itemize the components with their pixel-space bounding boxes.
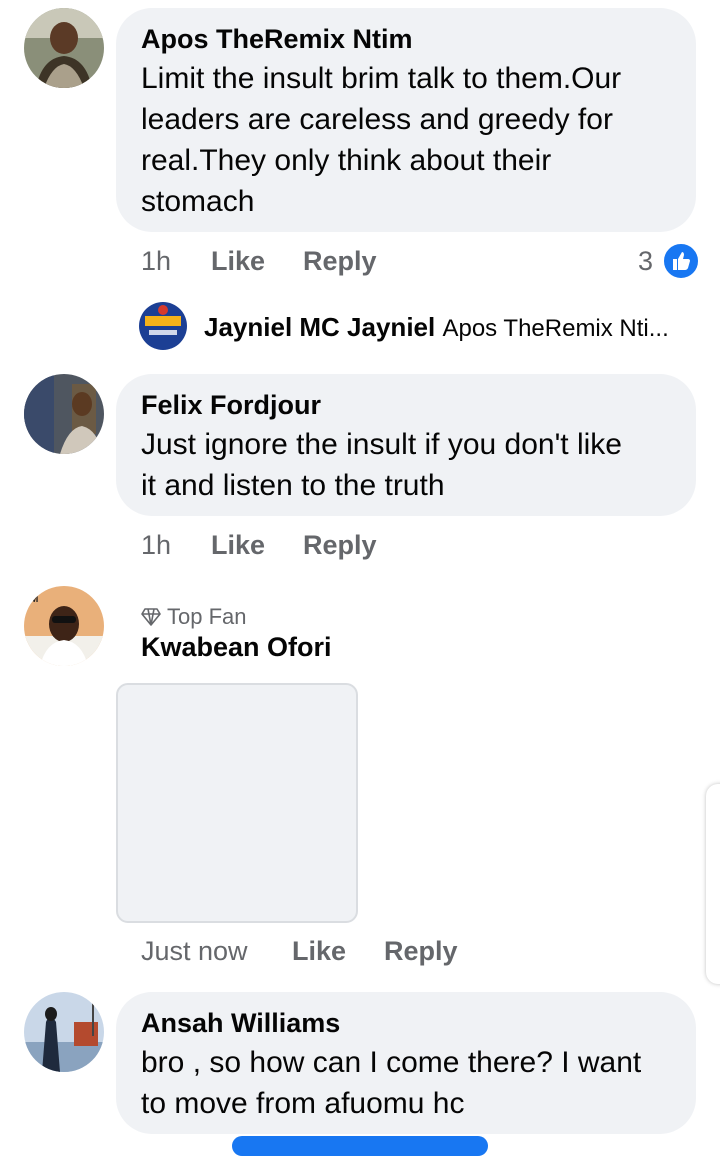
comment-text-line: bro , so how can I come there? I want bbox=[141, 1046, 642, 1079]
comment-image[interactable] bbox=[116, 683, 358, 923]
avatar[interactable] bbox=[24, 374, 104, 454]
like-reaction-icon[interactable] bbox=[662, 242, 700, 280]
reply-snippet: Apos TheRemix Nti... bbox=[442, 315, 669, 342]
reply-button[interactable]: Reply bbox=[303, 246, 377, 277]
reaction-count[interactable]: 3 bbox=[638, 246, 653, 277]
diamond-icon bbox=[141, 608, 161, 626]
avatar[interactable]: M bbox=[24, 586, 104, 666]
comment-text-line: Just ignore the insult if you don't like bbox=[141, 428, 622, 461]
like-button[interactable]: Like bbox=[292, 936, 346, 967]
comment-text-line: to move from afuomu hc bbox=[141, 1087, 465, 1120]
comment-text-line: it and listen to the truth bbox=[141, 469, 445, 502]
top-fan-label: Top Fan bbox=[167, 604, 247, 629]
reply-button[interactable]: Reply bbox=[303, 530, 377, 561]
comment-timestamp[interactable]: Just now bbox=[141, 936, 248, 967]
bottom-action-pill[interactable] bbox=[232, 1136, 488, 1156]
comment-text-line: Limit the insult brim talk to them.Our bbox=[141, 62, 622, 95]
comment-timestamp[interactable]: 1h bbox=[141, 530, 171, 561]
avatar[interactable] bbox=[24, 8, 104, 88]
comment-text-line: leaders are careless and greedy for bbox=[141, 103, 613, 136]
like-button[interactable]: Like bbox=[211, 530, 265, 561]
svg-text:M: M bbox=[30, 594, 38, 605]
reply-button[interactable]: Reply bbox=[384, 936, 458, 967]
reply-avatar[interactable] bbox=[139, 302, 187, 350]
floating-panel-edge[interactable] bbox=[706, 784, 720, 984]
comment-author[interactable]: Apos TheRemix Ntim bbox=[141, 24, 413, 55]
comment-text-line: stomach bbox=[141, 185, 255, 218]
like-button[interactable]: Like bbox=[211, 246, 265, 277]
top-fan-badge[interactable]: Top Fan bbox=[141, 604, 247, 630]
comment-author[interactable]: Felix Fordjour bbox=[141, 390, 321, 421]
comment-text-line: real.They only think about their bbox=[141, 144, 552, 177]
comment-author[interactable]: Kwabean Ofori bbox=[141, 632, 332, 663]
avatar[interactable] bbox=[24, 992, 104, 1072]
comment-timestamp[interactable]: 1h bbox=[141, 246, 171, 277]
comment-author[interactable]: Ansah Williams bbox=[141, 1008, 340, 1039]
reply-preview[interactable]: Jayniel MC Jayniel Apos TheRemix Nti... bbox=[204, 312, 669, 343]
reply-author[interactable]: Jayniel MC Jayniel bbox=[204, 312, 435, 342]
